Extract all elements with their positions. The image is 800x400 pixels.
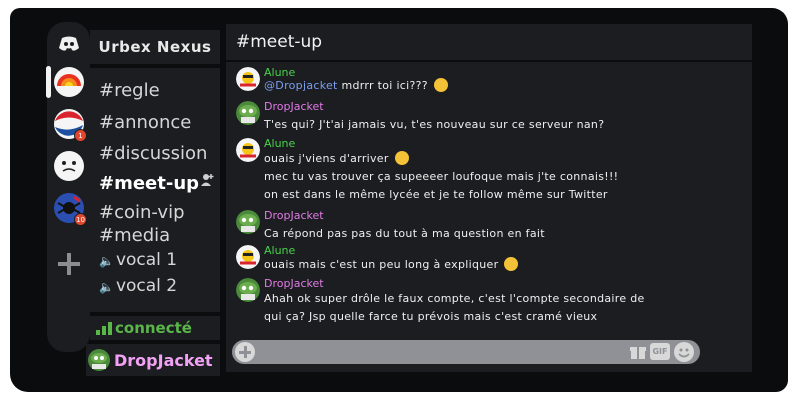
emoji-picker-icon[interactable] — [674, 342, 694, 362]
dropjacket-avatar — [236, 210, 260, 234]
message-text: ouais j'viens d'arriver — [264, 152, 389, 165]
message-line: T'es qui? J't'ai jamais vu, t'es nouveau… — [264, 118, 605, 131]
user-mention[interactable]: @Dropjacket — [264, 79, 338, 92]
avatar — [88, 349, 110, 371]
rainbow-server-icon[interactable] — [53, 66, 85, 98]
voice-channel-1[interactable]: 🔈 vocal 1 — [99, 250, 177, 270]
server-badge: 10 — [74, 213, 87, 226]
dropjacket-avatar — [236, 278, 260, 302]
message-line: ouais j'viens d'arriver — [264, 151, 409, 165]
kissing-emoji-icon — [394, 151, 409, 165]
message-line: Ca répond pas pas du tout à ma question … — [264, 227, 545, 240]
voice-channel-2[interactable]: 🔈 vocal 2 — [99, 276, 177, 296]
channel-coin-vip[interactable]: #coin-vip — [99, 202, 185, 223]
channel-regle[interactable]: #regle — [99, 80, 160, 101]
connection-status: connecté — [90, 316, 220, 340]
message-line: Ahah ok super drôle le faux compte, c'es… — [264, 292, 645, 305]
gift-icon[interactable] — [630, 344, 646, 360]
message-author[interactable]: DropJacket — [264, 277, 324, 290]
alune-avatar — [236, 67, 260, 91]
status-label: connecté — [115, 319, 192, 337]
sweat-emoji-icon — [504, 257, 519, 271]
alune-avatar — [236, 245, 260, 269]
user-panel[interactable]: DropJacket — [86, 344, 220, 376]
message-line: mec tu vas trouver ça supeeeer loufoque … — [264, 170, 619, 183]
pepsi-server-icon[interactable]: 1 — [53, 108, 87, 142]
channel-media[interactable]: #media — [99, 225, 170, 246]
voice-channel-label: vocal 1 — [115, 250, 178, 270]
message-author[interactable]: Alune — [264, 244, 295, 257]
message-line: on est dans le même lycée et je te follo… — [264, 188, 608, 201]
message-line: @Dropjacket mdrrr toi ici??? — [264, 78, 448, 92]
channel-meet-up[interactable]: #meet-up — [99, 173, 199, 194]
spider-server-icon[interactable]: 10 — [53, 192, 87, 226]
speaker-icon: 🔈 — [99, 280, 114, 294]
message-composer: GIF — [232, 340, 700, 364]
message-input[interactable] — [260, 343, 620, 361]
server-rail: 1 10 — [46, 22, 90, 352]
meme-face-server-icon[interactable] — [53, 150, 85, 182]
message-author[interactable]: DropJacket — [264, 209, 324, 222]
gif-icon[interactable]: GIF — [650, 343, 670, 360]
server-name[interactable]: Urbex Nexus — [90, 30, 220, 64]
dropjacket-avatar — [236, 101, 260, 125]
message-text: mdrrr toi ici??? — [337, 79, 428, 92]
astonished-emoji-icon — [433, 78, 448, 92]
discord-icon[interactable] — [53, 28, 85, 60]
message-line: qui ça? Jsp quelle farce tu prévois mais… — [264, 310, 598, 323]
speaker-icon: 🔈 — [99, 254, 114, 268]
message-author[interactable]: Alune — [264, 137, 295, 150]
message-author[interactable]: DropJacket — [264, 100, 324, 113]
message-text: ouais mais c'est un peu long à expliquer — [264, 258, 499, 271]
server-badge: 1 — [74, 129, 87, 142]
channel-annonce[interactable]: #annonce — [99, 112, 191, 133]
alune-avatar — [236, 138, 260, 162]
active-server-indicator — [46, 66, 51, 98]
add-server-icon[interactable] — [55, 250, 83, 278]
add-member-icon[interactable] — [200, 172, 214, 186]
channel-list: #regle #annonce #discussion #meet-up #co… — [90, 68, 220, 312]
user-name: DropJacket — [114, 350, 213, 370]
channel-title: #meet-up — [226, 24, 752, 60]
message-line: ouais mais c'est un peu long à expliquer — [264, 257, 519, 271]
message-list: Alune @Dropjacket mdrrr toi ici??? DropJ… — [226, 62, 752, 372]
attach-plus-icon[interactable] — [235, 342, 255, 362]
signal-icon — [96, 322, 112, 335]
channel-discussion[interactable]: #discussion — [99, 143, 207, 164]
voice-channel-label: vocal 2 — [115, 276, 178, 296]
